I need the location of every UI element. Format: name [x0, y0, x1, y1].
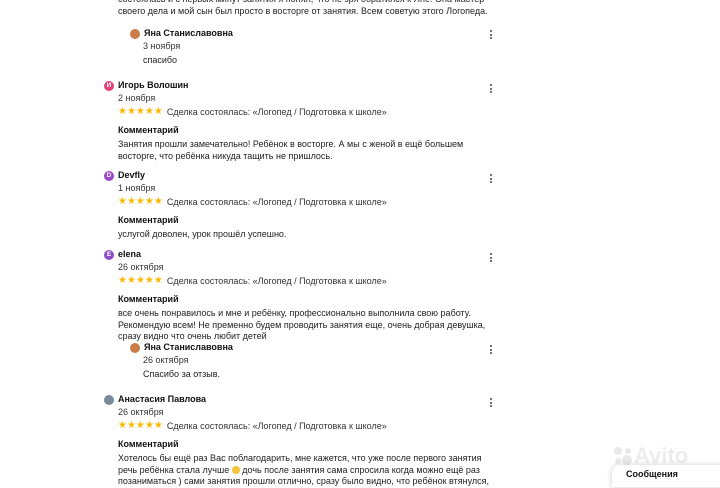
avatar: D: [104, 171, 114, 181]
review-card: D Devfly 1 ноября ★★★★★ Сделка состоялас…: [104, 170, 504, 241]
reply-text: Спасибо за отзыв.: [143, 369, 221, 380]
reply-date: 3 ноября: [143, 41, 181, 51]
review-card: Анастасия Павлова 26 октября ★★★★★ Сделк…: [104, 394, 504, 488]
reply-date: 26 октября: [143, 355, 189, 365]
comment-text: Хотелось бы ещё раз Вас поблагодарить, м…: [118, 453, 498, 488]
seller-avatar: [130, 343, 140, 353]
review-date: 26 октября: [118, 262, 164, 272]
rating-stars: ★★★★★: [118, 275, 163, 287]
comment-title: Комментарий: [118, 124, 179, 135]
more-options-icon[interactable]: [490, 174, 492, 183]
messages-button[interactable]: Сообщения: [612, 465, 720, 487]
reply-text: спасибо: [143, 55, 178, 66]
rating-stars: ★★★★★: [118, 106, 163, 118]
comment-text: все очень понравилось и мне и ребёнку, п…: [118, 308, 486, 341]
reply-author-name[interactable]: Яна Станиславовна: [144, 342, 233, 353]
more-options-icon[interactable]: [490, 398, 492, 407]
deal-status: Сделка состоялась: «Логопед / Подготовка…: [166, 420, 387, 431]
seller-avatar: [130, 29, 140, 39]
review-text-truncated: состоялась и с первых минут занятия я по…: [118, 0, 488, 16]
deal-status: Сделка состоялась: «Логопед / Подготовка…: [166, 196, 387, 207]
avatar: E: [104, 250, 114, 260]
more-options-icon[interactable]: [490, 30, 492, 39]
review-author-name[interactable]: Анастасия Павлова: [118, 394, 206, 405]
avito-logo-icon: [614, 446, 632, 465]
avatar: И: [104, 81, 114, 91]
review-author-name[interactable]: Игорь Волошин: [118, 80, 188, 91]
review-card: E elena 26 октября ★★★★★ Сделка состояла…: [104, 249, 504, 343]
smile-emoji-icon: [231, 465, 240, 474]
more-options-icon[interactable]: [490, 345, 492, 354]
comment-text: услугой доволен, урок прошёл успешно.: [118, 229, 287, 239]
seller-reply: Яна Станиславовна 26 октября Спасибо за …: [130, 342, 500, 381]
reply-author-name[interactable]: Яна Станиславовна: [144, 28, 233, 39]
review-author-name[interactable]: Devfly: [118, 170, 145, 181]
review-date: 1 ноября: [118, 183, 156, 193]
comment-title: Комментарий: [118, 293, 179, 304]
comment-title: Комментарий: [118, 438, 179, 449]
review-date: 2 ноября: [118, 93, 156, 103]
review-author-name[interactable]: elena: [118, 249, 141, 260]
comment-text: Занятия прошли замечательно! Ребёнок в в…: [118, 139, 464, 161]
rating-stars: ★★★★★: [118, 420, 163, 432]
seller-reply: Яна Станиславовна 3 ноября спасибо: [130, 28, 500, 67]
comment-title: Комментарий: [118, 214, 179, 225]
rating-stars: ★★★★★: [118, 196, 163, 208]
avatar: [104, 395, 114, 405]
review-card: И Игорь Волошин 2 ноября ★★★★★ Сделка со…: [104, 80, 504, 162]
deal-status: Сделка состоялась: «Логопед / Подготовка…: [166, 275, 387, 286]
deal-status: Сделка состоялась: «Логопед / Подготовка…: [166, 106, 387, 117]
more-options-icon[interactable]: [490, 84, 492, 93]
more-options-icon[interactable]: [490, 253, 492, 262]
review-date: 26 октября: [118, 407, 164, 417]
